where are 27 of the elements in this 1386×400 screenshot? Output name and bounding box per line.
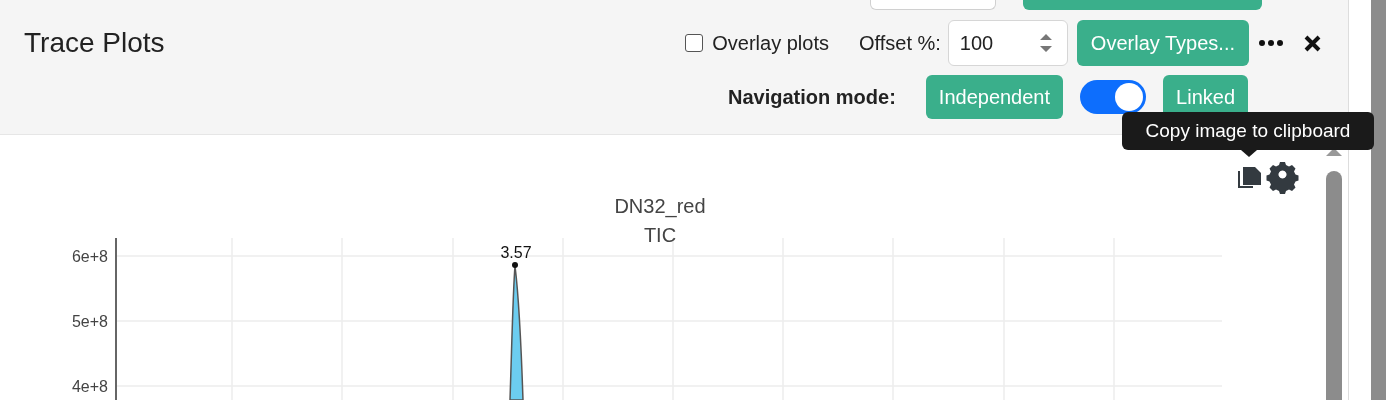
chart-title: DN32_red [614,195,706,217]
copy-icon[interactable] [1238,167,1261,188]
overlay-types-button[interactable]: Overlay Types... [1076,20,1249,66]
checkbox-label: Overlay plots [712,31,829,56]
scrollbar-thumb[interactable] [1326,171,1342,400]
settings-icon[interactable] [1266,162,1299,194]
tooltip: Copy image to clipboard [1122,112,1374,150]
tooltip-pointer [1240,150,1257,157]
page-scrollbar-thumb[interactable] [1371,0,1386,400]
panel-title: Trace Plots [24,29,165,57]
y-tick-label: 4e+8 [71,378,108,395]
spinner-icon[interactable] [1038,32,1053,54]
checkbox[interactable] [685,34,704,52]
peak-marker [512,262,518,268]
navigation-mode-button[interactable]: Independent [925,75,1064,119]
navigation-label: Navigation mode: [728,85,896,110]
offset-label: Offset %: [858,31,941,56]
close-icon[interactable] [1304,34,1321,52]
input-field[interactable] [870,0,996,10]
offset-field[interactable]: 100 [947,20,1068,66]
y-tick-label: 6e+8 [71,248,108,265]
more-icon[interactable] [1259,40,1283,46]
toggle-switch[interactable] [1080,80,1147,114]
scroll-up-icon[interactable] [1326,148,1342,156]
peak-label: 3.57 [500,244,532,261]
chart-title: TIC [643,224,677,246]
y-tick-label: 5e+8 [71,313,108,330]
